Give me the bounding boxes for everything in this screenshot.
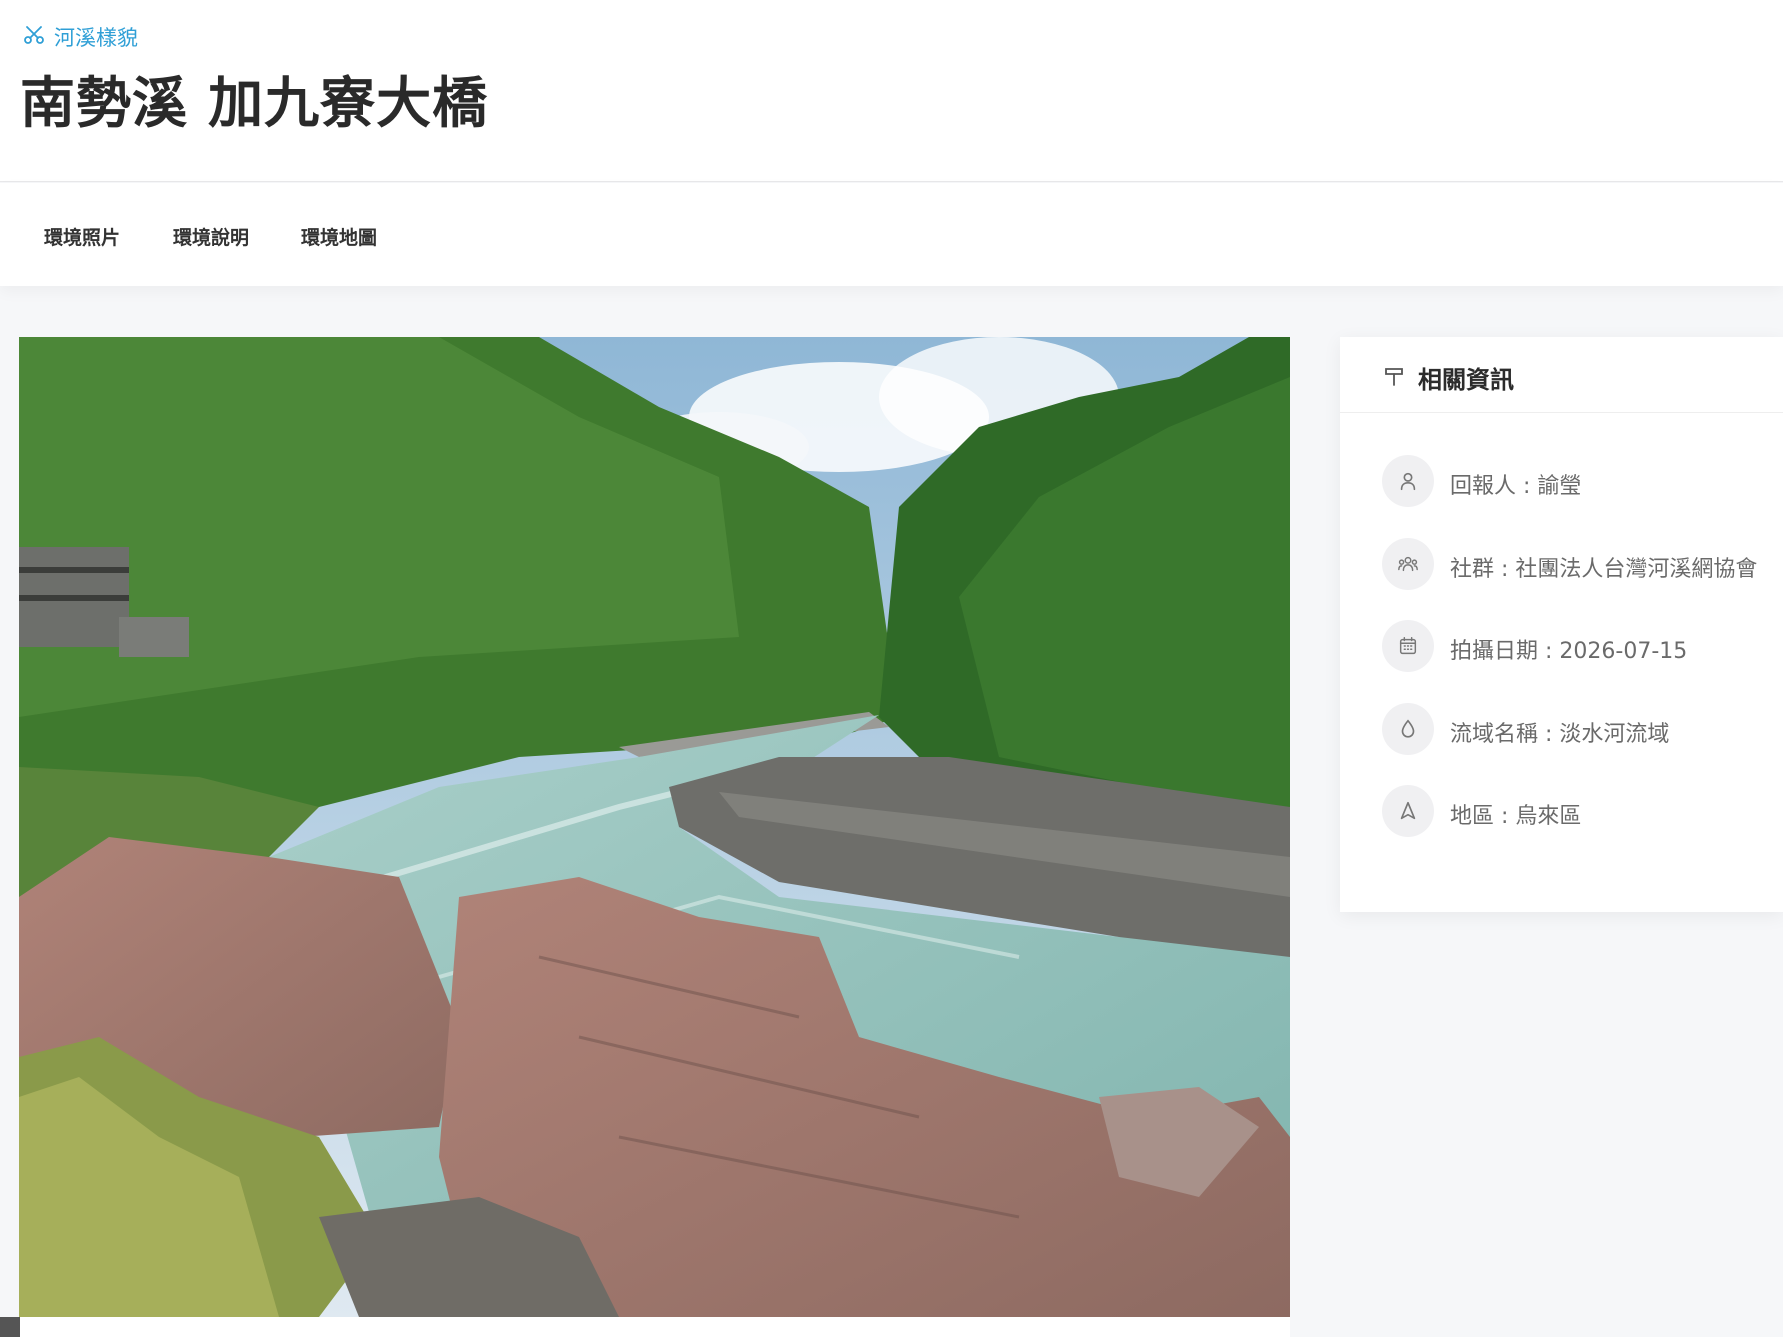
card-title: 相關資訊: [1418, 366, 1514, 394]
tab-environment-description[interactable]: 環境說明: [173, 223, 249, 250]
breadcrumb[interactable]: 河溪樣貌: [22, 22, 138, 52]
info-item-basin: 流域名稱 : 淡水河流域: [1382, 703, 1783, 755]
signpost-icon: [1382, 364, 1406, 388]
scissors-icon: [22, 23, 46, 52]
tab-environment-map[interactable]: 環境地圖: [301, 223, 377, 250]
user-icon: [1382, 455, 1434, 507]
tab-bar: 環境照片 環境說明 環境地圖: [0, 183, 1783, 286]
river-photo: [19, 337, 1290, 1317]
scroll-indicator[interactable]: [0, 1317, 20, 1337]
info-item-community: 社群 : 社團法人台灣河溪網協會: [1382, 538, 1783, 590]
page-title: 南勢溪 加九寮大橋: [20, 71, 489, 135]
photo-caption-strip: [19, 1317, 1290, 1337]
info-item-reporter: 回報人 : 諭瑩: [1382, 455, 1783, 507]
basin-text: 流域名稱 : 淡水河流域: [1450, 722, 1670, 747]
info-item-district: 地區 : 烏來區: [1382, 785, 1783, 837]
group-icon: [1382, 538, 1434, 590]
related-info-card: 相關資訊 回報人 : 諭瑩 社群 : 社團法人台灣河溪網協會 拍攝日期: 20…: [1340, 337, 1783, 912]
info-item-date: 拍攝日期 : 2026-07-15: [1382, 620, 1783, 672]
district-text: 地區 : 烏來區: [1450, 804, 1582, 829]
community-text: 社群 : 社團法人台灣河溪網協會: [1450, 557, 1758, 582]
card-header: 相關資訊: [1340, 337, 1783, 413]
breadcrumb-label[interactable]: 河溪樣貌: [54, 22, 138, 52]
tab-environment-photos[interactable]: 環境照片: [44, 223, 120, 250]
date-text: 拍攝日期 : 2026-07-15: [1450, 639, 1688, 664]
page-header: 河溪樣貌 南勢溪 加九寮大橋: [0, 0, 1783, 182]
navigation-icon: [1382, 785, 1434, 837]
calendar-icon: [1382, 620, 1434, 672]
reporter-text: 回報人 : 諭瑩: [1450, 474, 1582, 499]
water-drop-icon: [1382, 703, 1434, 755]
